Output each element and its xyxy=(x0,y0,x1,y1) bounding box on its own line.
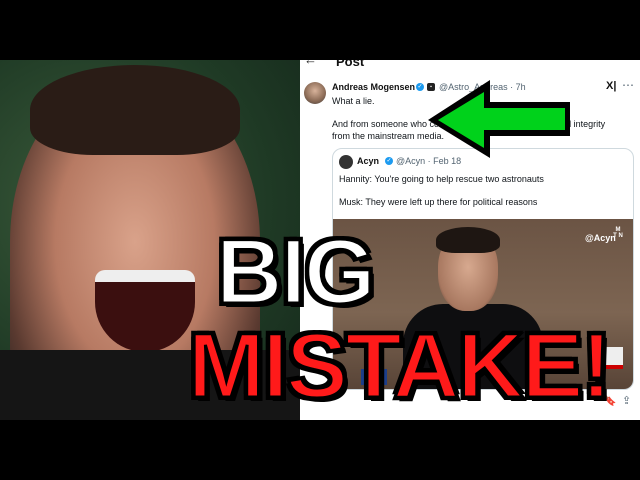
letterbox-bottom xyxy=(0,420,640,480)
headline-line1: BIG xyxy=(215,221,378,323)
grok-icon[interactable]: X| xyxy=(606,80,616,92)
quoted-avatar[interactable] xyxy=(339,155,353,169)
author-name[interactable]: Andreas Mogensen xyxy=(332,82,415,92)
letterbox-top xyxy=(0,0,640,60)
quoted-text-line1: Hannity: You're going to help rescue two… xyxy=(339,174,544,184)
more-icon[interactable]: ⋯ xyxy=(622,78,634,92)
page-title: Post xyxy=(336,60,365,69)
quoted-author-name[interactable]: Acyn xyxy=(357,156,379,166)
avatar[interactable] xyxy=(304,82,326,104)
share-icon[interactable]: ⇪ xyxy=(622,394,631,407)
back-arrow-icon[interactable]: ← xyxy=(304,60,317,67)
hair-shape xyxy=(30,65,240,155)
post-text-line1: What a lie. xyxy=(332,96,375,106)
video-person-hair xyxy=(436,227,500,253)
headline-line2: MISTAKE! xyxy=(187,315,614,417)
green-arrow-icon xyxy=(428,80,570,158)
quoted-text-line2: Musk: They were left up there for politi… xyxy=(339,197,538,207)
video-logo: M T N xyxy=(613,227,623,239)
video-watermark: @Acyn xyxy=(585,233,616,243)
verified-badge-icon: ✓ xyxy=(385,157,393,165)
